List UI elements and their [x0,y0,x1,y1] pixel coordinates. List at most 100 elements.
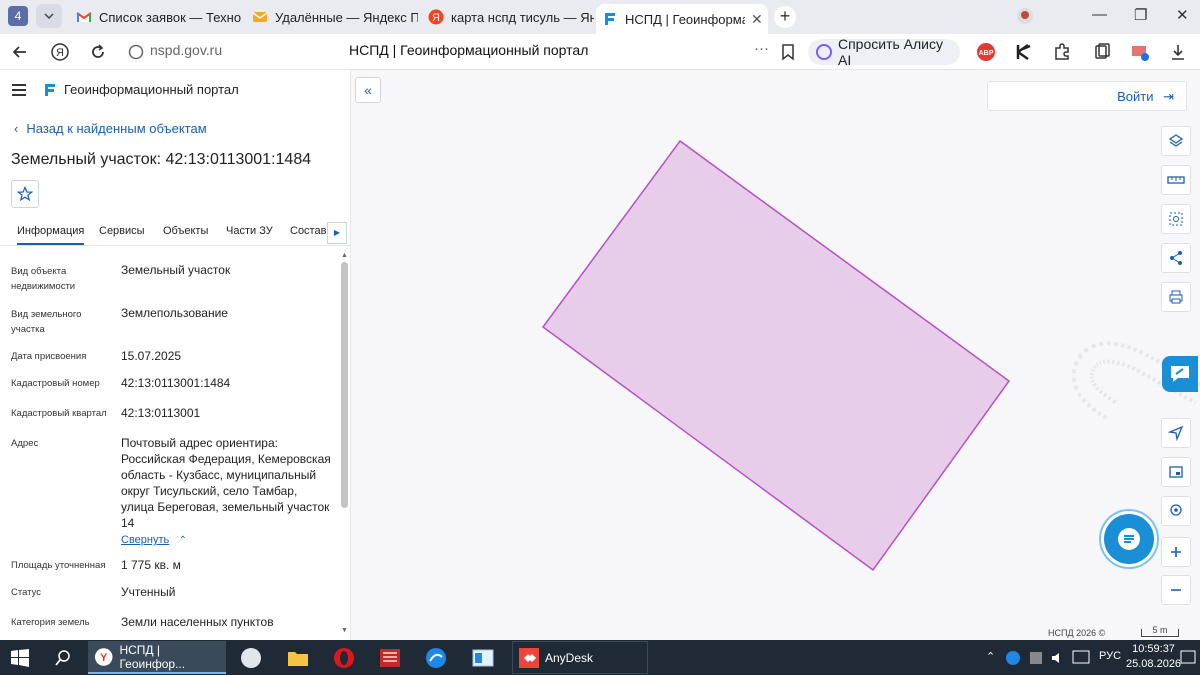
keyboard-icon[interactable] [1072,650,1090,664]
close-window-button[interactable]: ✕ [1176,6,1189,24]
tab-deleted-mail[interactable]: Удалённые — Яндекс Почта [246,4,418,30]
layers-button[interactable] [1161,126,1191,156]
tray-shield-icon[interactable] [1005,650,1021,666]
taskbar-clock[interactable]: 10:59:37 25.08.2026 [1126,642,1181,672]
alice-icon [816,44,832,60]
app-window-icon[interactable] [472,647,494,669]
field-label: Площадь уточненная [11,560,106,571]
site-info-icon[interactable] [126,42,146,62]
kinopoisk-icon[interactable] [1014,42,1034,62]
collapse-panel-button[interactable]: « [355,77,381,103]
menu-icon[interactable] [12,84,26,99]
chat-button[interactable] [1104,514,1154,564]
zoom-out-button[interactable] [1161,575,1191,605]
taskbar-app-anydesk[interactable]: AnyDesk [512,641,648,674]
file-explorer-icon[interactable] [287,647,309,669]
feedback-icon [1171,366,1189,382]
search-icon[interactable] [54,649,72,667]
object-info-panel: Геоинформационный портал ‹ Назад к найден… [0,70,351,640]
field-value: 15.07.2025 [121,349,182,363]
notifications-icon[interactable] [1180,649,1196,667]
taskbar-app-browser[interactable]: Y НСПД | Геоинфор... [88,641,226,674]
yandex-icon: Я [428,9,444,25]
app-globe-icon[interactable] [240,647,262,669]
address-page-title[interactable]: НСПД | Геоинформационный портал [349,42,588,58]
tab-yandex-search[interactable]: Я карта нспд тисуль — Яндекс [422,4,594,30]
tab-services[interactable]: Сервисы [99,225,145,237]
profile-icon[interactable] [1016,7,1034,25]
field-label: Вид земельного участка [11,309,82,335]
print-button[interactable] [1161,282,1191,312]
zoom-in-icon [1171,547,1181,557]
tab-nspd[interactable]: НСПД | Геоинформационный портал ✕ [596,4,768,34]
svg-text:Y: Y [100,651,107,663]
ask-alice-button[interactable]: Спросить Алису AI [808,36,960,68]
tab-composition[interactable]: Состав [290,225,326,237]
gmail-icon [76,12,92,22]
star-icon [17,186,33,202]
geolocation-button[interactable] [1161,496,1191,526]
tabs-next-button[interactable]: ▶ [327,222,347,244]
windows-start-icon[interactable] [10,648,30,668]
field-value: Земельный участок [121,263,231,277]
feedback-button[interactable] [1162,356,1198,392]
anydesk-icon [519,647,539,668]
share-button[interactable] [1161,243,1191,273]
url-text[interactable]: nspd.gov.ru [150,42,222,58]
volume-icon[interactable] [1050,650,1066,666]
address-bar: Я nspd.gov.ru НСПД | Геоинформационный п… [0,34,1200,70]
app-red-icon[interactable] [379,647,401,669]
field-value: 42:13:0113001 [121,406,201,420]
field-value: Учтенный [121,585,176,599]
print-icon [1169,290,1183,304]
maximize-button[interactable]: ❐ [1134,6,1147,24]
svg-text:Я: Я [432,12,440,24]
language-indicator[interactable]: РУС [1099,650,1121,662]
downloads-icon[interactable] [1168,42,1188,62]
tab-counter[interactable]: 4 [8,6,28,26]
ruler-icon [1167,176,1185,184]
chevron-up-icon: ⌃ [178,535,187,546]
field-label: Адрес [11,438,39,449]
reload-icon[interactable] [88,42,108,62]
favorite-button[interactable] [11,180,39,208]
close-tab-icon[interactable]: ✕ [751,11,763,28]
yandex-browser-icon: Y [94,647,113,666]
map-attribution: НСПД 2026 © [1048,628,1106,638]
bookmark-icon[interactable] [778,42,798,62]
zoom-in-button[interactable] [1161,537,1191,567]
tab-parcel-parts[interactable]: Части ЗУ [226,225,273,237]
back-to-results-link[interactable]: ‹ Назад к найденным объектам [14,121,207,136]
tab-requests[interactable]: Список заявок — ТехноКа [70,4,242,30]
tray-app-icon[interactable] [1028,650,1044,666]
opera-icon[interactable] [333,647,355,669]
app-blue-swirl-icon[interactable] [425,647,447,669]
tray-expand-icon[interactable]: ⌃ [986,650,995,663]
login-button[interactable]: Войти ⇥ [987,81,1187,111]
extensions-icon[interactable] [1052,42,1072,62]
adblock-icon[interactable]: ABP [976,42,996,62]
land-parcel-polygon[interactable] [541,139,1011,572]
new-tab-button[interactable]: + [774,6,796,28]
scroll-down-arrow[interactable]: ▼ [341,627,348,634]
panel-scrollbar[interactable] [341,262,348,508]
ruler-button[interactable] [1161,165,1191,195]
collapse-link[interactable]: Свернуть ⌃ [121,531,333,549]
scale-bar: 5 m [1141,626,1179,637]
yandex-home-icon[interactable]: Я [50,42,70,62]
tab-information[interactable]: Информация [17,225,85,245]
back-arrow-icon[interactable] [10,42,30,62]
more-icon[interactable]: ··· [754,40,769,57]
map-view[interactable]: « Войти ⇥ НСПД 2026 © 5 m [351,70,1200,640]
locate-button[interactable] [1161,418,1191,448]
tab-list-button[interactable] [36,4,62,28]
select-area-button[interactable] [1161,204,1191,234]
tab-objects[interactable]: Объекты [163,225,208,237]
svg-text:ABP: ABP [979,50,994,57]
basemap-button[interactable] [1161,457,1191,487]
minimize-button[interactable]: — [1092,6,1107,23]
scroll-up-arrow[interactable]: ▲ [341,252,348,259]
collections-icon[interactable] [1092,42,1112,62]
profile-ext-icon[interactable] [1130,42,1150,62]
select-area-icon [1169,212,1183,226]
